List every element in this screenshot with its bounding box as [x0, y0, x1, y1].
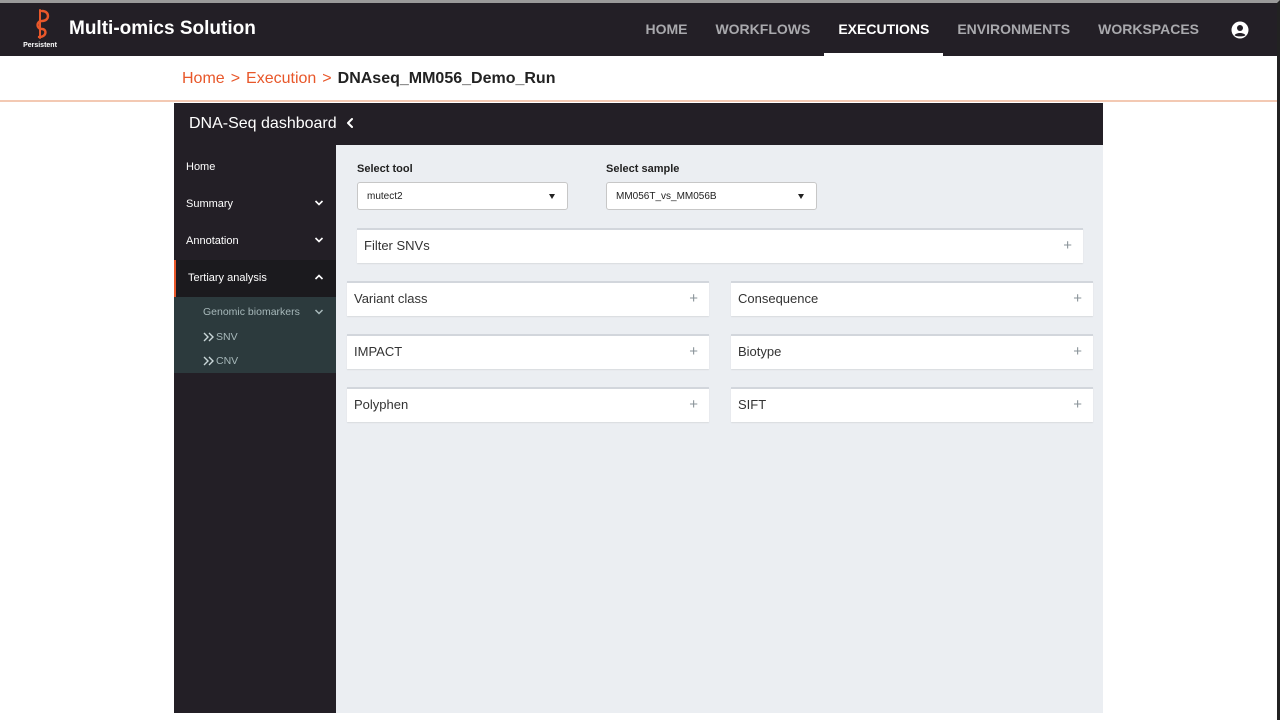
- account-circle-icon[interactable]: [1231, 21, 1249, 39]
- sidebar-item-label: Summary: [186, 198, 234, 210]
- plus-icon[interactable]: +: [1073, 343, 1082, 360]
- breadcrumb-separator: >: [230, 70, 241, 87]
- sidebar-item-annotation[interactable]: Annotation: [174, 223, 336, 260]
- chevron-left-icon[interactable]: [342, 114, 358, 132]
- sidebar-item-label: SNV: [216, 331, 238, 343]
- plus-icon[interactable]: +: [689, 343, 698, 360]
- breadcrumb-separator: >: [322, 70, 332, 87]
- double-chevron-right-icon: [203, 356, 214, 366]
- select-tool-dropdown[interactable]: mutect2: [357, 182, 568, 210]
- dashboard-content: Select tool mutect2 Select sample MM056T…: [336, 145, 1103, 713]
- nav-workspaces[interactable]: WORKSPACES: [1084, 3, 1213, 56]
- sidebar-item-label: CNV: [216, 355, 239, 367]
- select-sample-dropdown[interactable]: MM056T_vs_MM056B: [606, 182, 817, 210]
- dashboard-sidebar: Home Summary Annotation Tertiary analysi…: [174, 145, 336, 713]
- select-sample-label: Select sample: [606, 163, 680, 175]
- logo-mark-icon: [36, 9, 50, 39]
- biotype-panel[interactable]: Biotype +: [731, 334, 1093, 369]
- double-chevron-right-icon: [203, 332, 214, 342]
- nav-executions[interactable]: EXECUTIONS: [824, 3, 944, 56]
- panel-title: Consequence: [738, 291, 819, 306]
- nav-environments[interactable]: ENVIRONMENTS: [943, 3, 1084, 56]
- sidebar-item-summary[interactable]: Summary: [174, 186, 336, 223]
- panel-title: Polyphen: [354, 397, 409, 412]
- sidebar-item-home[interactable]: Home: [174, 149, 336, 186]
- consequence-panel[interactable]: Consequence +: [731, 281, 1093, 316]
- logo-brand-text: Persistent: [23, 42, 57, 49]
- breadcrumb-current: DNAseq_MM056_Demo_Run: [337, 70, 556, 87]
- plus-icon[interactable]: +: [689, 290, 698, 307]
- select-tool-value: mutect2: [367, 191, 403, 202]
- dashboard-title: DNA-Seq dashboard: [189, 115, 337, 132]
- sidebar-item-genomic-biomarkers[interactable]: Genomic biomarkers: [174, 300, 336, 324]
- nav-home[interactable]: HOME: [631, 3, 701, 56]
- dashboard-header: DNA-Seq dashboard: [174, 103, 1103, 145]
- breadcrumb-bar: Home > Execution > DNAseq_MM056_Demo_Run: [0, 56, 1277, 102]
- tertiary-analysis-submenu: Genomic biomarkers SNV CNV: [174, 297, 336, 373]
- sidebar-item-snv[interactable]: SNV: [174, 325, 336, 349]
- sidebar-item-label: Tertiary analysis: [188, 272, 267, 284]
- app-title: Multi-omics Solution: [69, 18, 256, 39]
- panel-title: Variant class: [354, 291, 428, 306]
- panel-title: Biotype: [738, 344, 782, 359]
- breadcrumb-execution[interactable]: Execution: [246, 70, 316, 87]
- impact-panel[interactable]: IMPACT +: [347, 334, 709, 369]
- dna-seq-dashboard: DNA-Seq dashboard Home Summary Annotatio…: [174, 103, 1103, 713]
- breadcrumb-home[interactable]: Home: [182, 70, 225, 87]
- top-navbar: Persistent Multi-omics Solution HOME WOR…: [0, 3, 1277, 56]
- caret-down-icon: [549, 194, 555, 199]
- sift-panel[interactable]: SIFT +: [731, 387, 1093, 422]
- sidebar-subgroup-label: Genomic biomarkers: [203, 306, 300, 318]
- filter-snvs-panel[interactable]: Filter SNVs +: [357, 228, 1083, 263]
- plus-icon[interactable]: +: [1073, 290, 1082, 307]
- chevron-down-icon: [314, 237, 324, 243]
- panel-title: IMPACT: [354, 344, 403, 359]
- plus-icon[interactable]: +: [1073, 396, 1082, 413]
- sidebar-item-label: Home: [186, 161, 216, 173]
- sidebar-item-label: Annotation: [186, 235, 239, 247]
- chevron-up-icon: [314, 274, 324, 280]
- chevron-down-icon: [314, 200, 324, 206]
- panel-title: Filter SNVs: [364, 238, 430, 253]
- plus-icon[interactable]: +: [689, 396, 698, 413]
- panel-title: SIFT: [738, 397, 767, 412]
- nav-workflows[interactable]: WORKFLOWS: [701, 3, 824, 56]
- sidebar-item-cnv[interactable]: CNV: [174, 349, 336, 373]
- main-nav: HOME WORKFLOWS EXECUTIONS ENVIRONMENTS W…: [631, 3, 1213, 56]
- persistent-logo[interactable]: Persistent: [18, 9, 62, 53]
- plus-icon[interactable]: +: [1063, 237, 1072, 254]
- caret-down-icon: [798, 194, 804, 199]
- select-tool-label: Select tool: [357, 163, 413, 175]
- select-sample-value: MM056T_vs_MM056B: [616, 191, 717, 202]
- sidebar-item-tertiary-analysis[interactable]: Tertiary analysis: [174, 260, 336, 297]
- polyphen-panel[interactable]: Polyphen +: [347, 387, 709, 422]
- breadcrumb: Home > Execution > DNAseq_MM056_Demo_Run: [182, 70, 555, 88]
- app-window: Persistent Multi-omics Solution HOME WOR…: [0, 0, 1280, 720]
- variant-class-panel[interactable]: Variant class +: [347, 281, 709, 316]
- chevron-down-icon: [314, 309, 324, 315]
